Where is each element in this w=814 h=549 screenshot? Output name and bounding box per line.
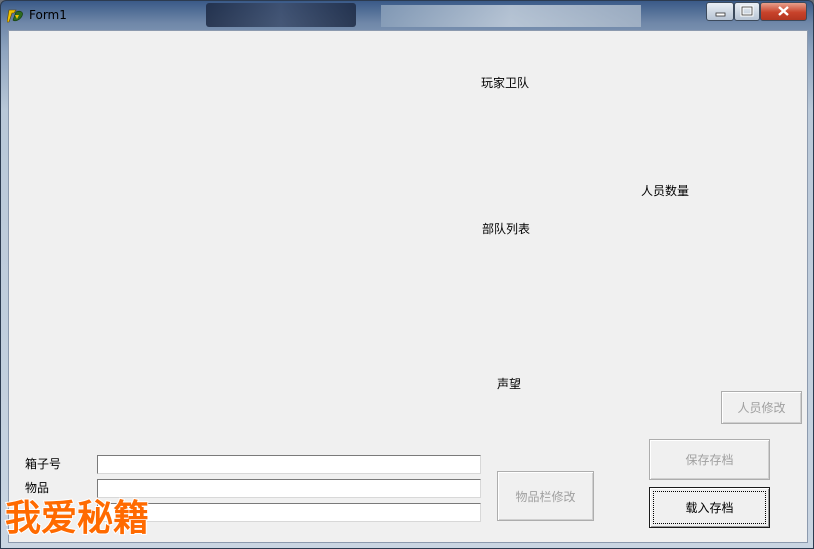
delphi-app-icon [7, 9, 23, 23]
modify-member-button[interactable]: 人员修改 [721, 391, 802, 424]
minimize-icon [715, 12, 726, 17]
item-field[interactable] [97, 479, 481, 498]
title-bar[interactable]: Form1 [1, 1, 813, 29]
window-title: Form1 [29, 8, 67, 22]
label-member-count: 人员数量 [641, 184, 690, 198]
label-player-troops: 玩家卫队 [481, 76, 530, 90]
label-reputation: 声望 [497, 377, 522, 391]
modify-member-label: 人员修改 [737, 401, 786, 415]
third-field[interactable] [97, 503, 481, 522]
box-number-field[interactable] [97, 455, 481, 474]
label-item: 物品 [25, 481, 50, 495]
maximize-icon [740, 5, 754, 17]
form-client-area: 玩家卫队 人员数量 部队列表 声望 人员修改 保存存档 物品栏修改 载入存档 箱… [8, 30, 808, 543]
modify-item-slot-label: 物品栏修改 [515, 489, 576, 504]
label-box-number: 箱子号 [25, 457, 62, 471]
load-file-button[interactable]: 载入存档 [649, 487, 770, 528]
close-icon [778, 6, 789, 16]
minimize-button[interactable] [706, 2, 734, 21]
save-file-button[interactable]: 保存存档 [649, 439, 770, 480]
maximize-button[interactable] [734, 2, 760, 21]
background-window-blur [206, 3, 356, 27]
app-window: Form1 玩家卫队 人员数量 部队列表 声望 人员修改 保存存档 物品栏修改 … [0, 0, 814, 549]
load-file-label: 载入存档 [685, 501, 734, 515]
background-window-blur [381, 5, 641, 27]
save-file-label: 保存存档 [685, 453, 734, 467]
label-troop-list: 部队列表 [482, 222, 531, 236]
close-button[interactable] [760, 2, 807, 21]
modify-item-slot-button[interactable]: 物品栏修改 [497, 471, 594, 521]
watermark-logo: 我爱秘籍 [4, 497, 150, 540]
